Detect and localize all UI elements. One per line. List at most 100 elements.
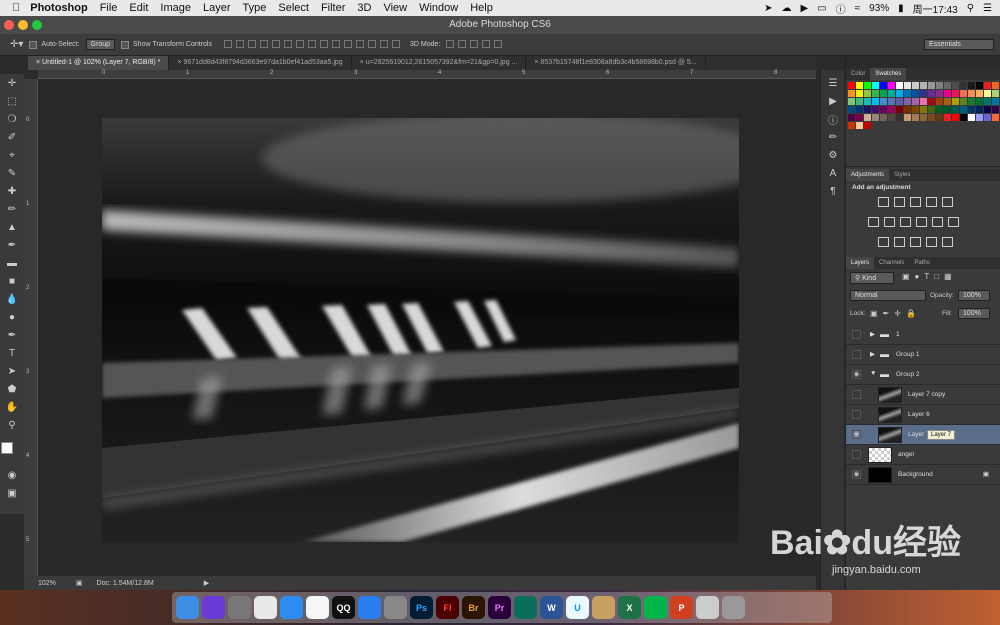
levels-adj-icon[interactable] [894, 197, 905, 207]
clone-source-icon[interactable]: ⚙ [821, 146, 845, 164]
quick-select-tool-icon[interactable]: ✐ [0, 128, 24, 146]
color-swatch[interactable] [944, 82, 951, 89]
color-swatch[interactable] [856, 90, 863, 97]
color-swatch[interactable] [920, 114, 927, 121]
path-select-tool-icon[interactable]: ➤ [0, 362, 24, 380]
color-swatch[interactable] [896, 98, 903, 105]
screen-icon[interactable]: ▭ [817, 3, 826, 14]
color-swatch[interactable] [952, 114, 959, 121]
color-swatch[interactable] [976, 98, 983, 105]
layer-visibility-eye-icon[interactable]: ◉ [852, 370, 861, 379]
color-swatch[interactable] [920, 106, 927, 113]
actions-panel-icon[interactable]: ▶ [821, 92, 845, 110]
color-swatch[interactable] [880, 114, 887, 121]
workspace-dropdown[interactable]: Essentials [924, 39, 994, 50]
color-swatch[interactable] [888, 98, 895, 105]
color-swatch[interactable] [848, 106, 855, 113]
curves-adj-icon[interactable] [910, 197, 921, 207]
color-swatch[interactable] [920, 90, 927, 97]
swatches-grid[interactable] [846, 80, 1000, 155]
layer-row[interactable]: ◉ Layer 7 [846, 425, 1000, 445]
color-swatch[interactable] [952, 90, 959, 97]
eyedropper-tool-icon[interactable]: ✎ [0, 164, 24, 182]
layer-row[interactable]: Layer 6 [846, 405, 1000, 425]
color-swatch[interactable] [888, 90, 895, 97]
color-swatch[interactable] [992, 114, 999, 121]
dock-edge-icon[interactable]: Edge [514, 596, 537, 619]
dock-safari-icon[interactable]: Safari [280, 596, 303, 619]
color-swatch[interactable] [872, 98, 879, 105]
clock[interactable]: 周一17:43 [913, 1, 958, 16]
color-swatch[interactable] [920, 98, 927, 105]
color-swatch[interactable] [976, 114, 983, 121]
layer-visibility-eye-icon[interactable] [852, 330, 861, 339]
color-swatch[interactable] [912, 90, 919, 97]
tab-styles[interactable]: Styles [889, 169, 915, 181]
tab-paths[interactable]: Paths [909, 257, 934, 269]
color-swatch[interactable] [896, 82, 903, 89]
color-swatch[interactable] [960, 98, 967, 105]
dock-app-store-icon[interactable]: App Store [358, 596, 381, 619]
info-panel-icon[interactable]: ⓘ [821, 110, 845, 128]
color-swatch[interactable] [896, 106, 903, 113]
status-arrow-icon[interactable]: ▶ [204, 579, 209, 587]
invert-adj-icon[interactable] [878, 237, 889, 247]
color-swatch[interactable] [856, 82, 863, 89]
tab-9671dd[interactable]: × 9671dd8d43f8794d3663e97da1b0ef41ad53aa… [169, 56, 352, 70]
color-swatch[interactable] [912, 82, 919, 89]
kind-filter-dropdown[interactable]: ⚲ Kind [850, 272, 894, 284]
color-swatch[interactable] [944, 114, 951, 121]
gradient-map-adj-icon[interactable] [926, 237, 937, 247]
color-swatch[interactable] [936, 106, 943, 113]
menu-help[interactable]: Help [470, 2, 493, 14]
airplay-icon[interactable]: ▶ [800, 3, 808, 14]
zoom-level[interactable]: 102% [38, 580, 56, 587]
lasso-tool-icon[interactable]: ❍ [0, 110, 24, 128]
color-swatch[interactable] [848, 114, 855, 121]
color-swatch[interactable] [848, 90, 855, 97]
color-swatch[interactable] [864, 106, 871, 113]
zoom-tool-icon[interactable]: ⚲ [0, 416, 24, 434]
tab-color[interactable]: Color [846, 68, 870, 80]
dock-fl-icon[interactable]: Fl [436, 596, 459, 619]
color-swatch[interactable] [864, 98, 871, 105]
color-swatch[interactable] [872, 114, 879, 121]
marquee-tool-icon[interactable]: ⬚ [0, 92, 24, 110]
dock-preview-icon[interactable]: Preview [696, 596, 719, 619]
color-swatch[interactable] [984, 82, 991, 89]
layer-visibility-eye-icon[interactable]: ◉ [852, 470, 861, 479]
selective-color-adj-icon[interactable] [942, 237, 953, 247]
color-swatch[interactable] [984, 98, 991, 105]
brush-tool-icon[interactable]: ✏ [0, 200, 24, 218]
notification-icon[interactable]: ☰ [983, 3, 992, 14]
color-swatch[interactable] [968, 98, 975, 105]
color-swatch[interactable] [864, 122, 871, 129]
layer-visibility-eye-icon[interactable] [852, 410, 861, 419]
healing-tool-icon[interactable]: ✚ [0, 182, 24, 200]
vibrance-adj-icon[interactable] [942, 197, 953, 207]
dock-preferences-icon[interactable]: Preferences [384, 596, 407, 619]
menu-select[interactable]: Select [278, 2, 309, 14]
color-swatch[interactable] [984, 106, 991, 113]
color-swatch[interactable] [920, 82, 927, 89]
auto-select-dropdown[interactable]: Group [85, 39, 116, 50]
menu-type[interactable]: Type [243, 2, 267, 14]
expand-arrow-icon[interactable]: ▶ [870, 330, 875, 338]
color-swatch[interactable] [856, 106, 863, 113]
crop-tool-icon[interactable]: ⌖ [0, 146, 24, 164]
dock-archive-icon[interactable]: Archive [592, 596, 615, 619]
layer-row[interactable]: ◉ ▼ ▬ Group 2 [846, 365, 1000, 385]
color-swatch[interactable] [976, 106, 983, 113]
layer-row[interactable]: Layer 7 copy [846, 385, 1000, 405]
color-swatch[interactable] [856, 98, 863, 105]
layer-row[interactable]: ▶ ▬ 1 [846, 325, 1000, 345]
posterize-adj-icon[interactable] [894, 237, 905, 247]
color-swatch[interactable] [960, 106, 967, 113]
color-swatch[interactable] [984, 90, 991, 97]
color-swatch[interactable] [928, 82, 935, 89]
color-swatch[interactable] [944, 90, 951, 97]
layer-row[interactable]: ◉ Background ▣ [846, 465, 1000, 485]
foreground-color[interactable] [1, 442, 13, 454]
color-swatches[interactable] [0, 434, 24, 466]
dock-x-icon[interactable]: X [618, 596, 641, 619]
